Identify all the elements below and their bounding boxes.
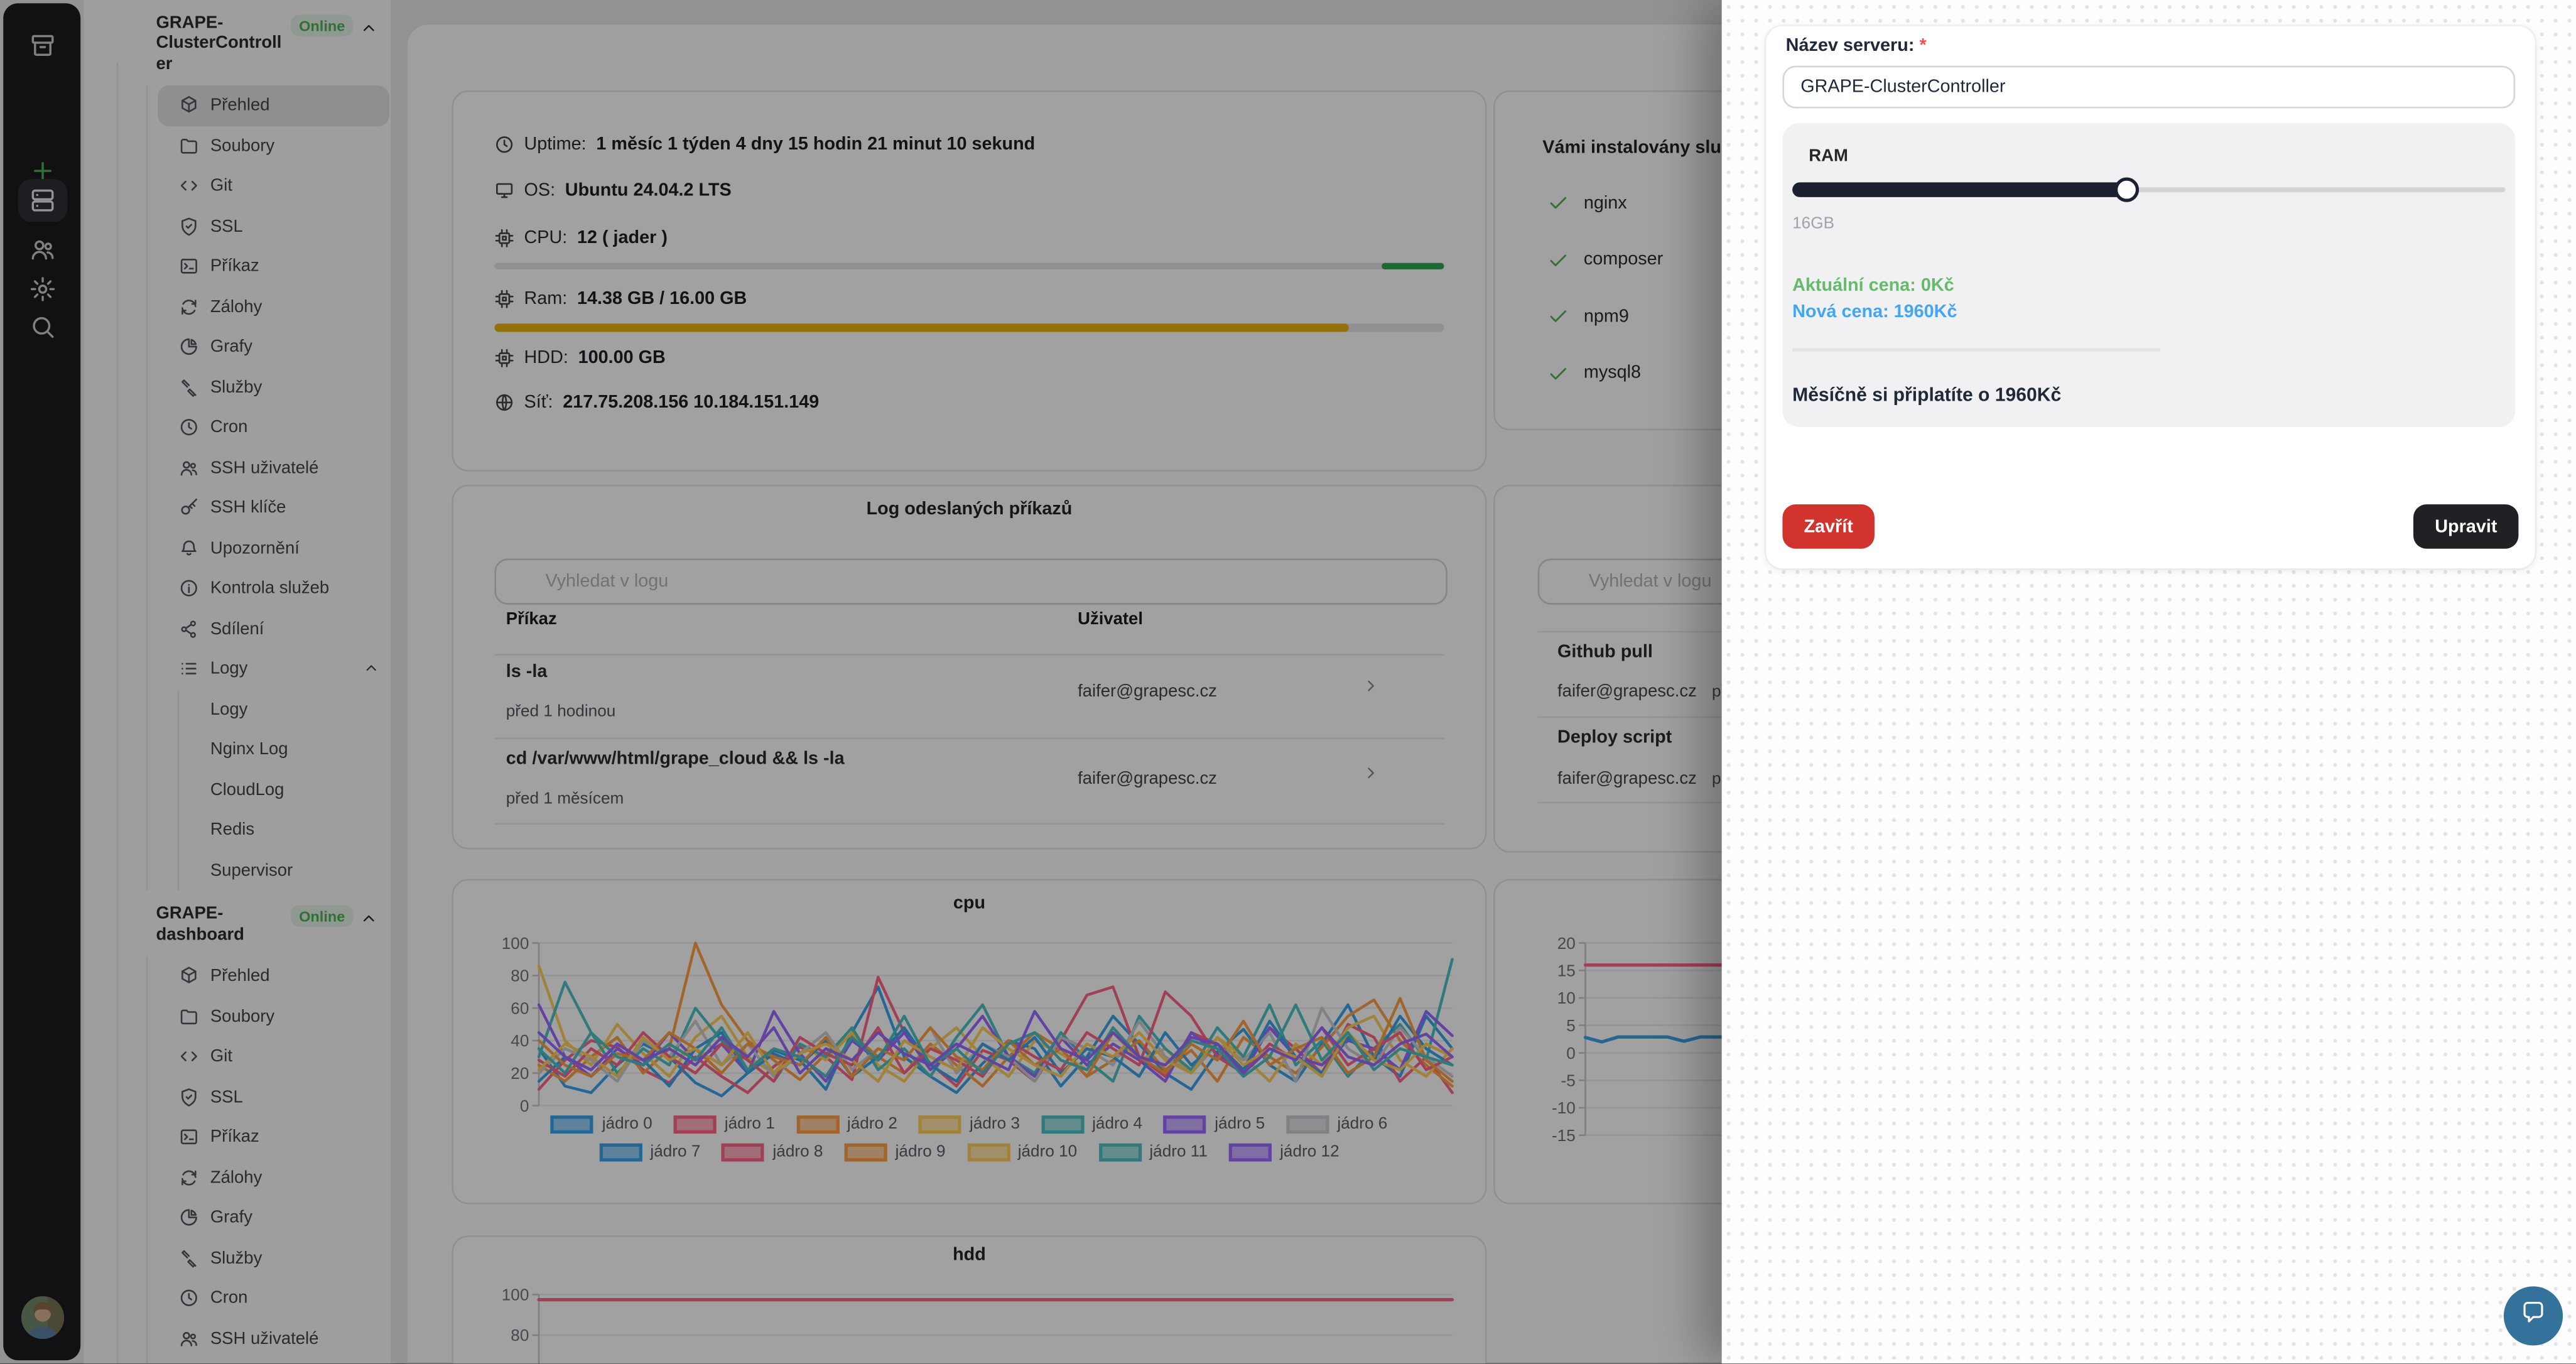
- price-divider: [1792, 349, 2160, 352]
- slider-fill: [1792, 181, 2128, 197]
- chat-fab-button[interactable]: [2504, 1286, 2563, 1345]
- required-mark: *: [1919, 36, 1926, 56]
- submit-button[interactable]: Upravit: [2413, 504, 2518, 549]
- ram-slider[interactable]: [1792, 176, 2505, 202]
- app-root: GRAPE-ClusterControllerOnlinePřehledSoub…: [0, 0, 2576, 1363]
- edit-server-drawer: Název serveru: * RAM 16GB Aktuální cena:…: [1722, 0, 2576, 1363]
- chat-bubble-icon: [2520, 1299, 2546, 1333]
- current-price: Aktuální cena: 0Kč: [1792, 276, 1954, 295]
- server-name-label: Název serveru: *: [1786, 36, 1927, 56]
- slider-thumb[interactable]: [2115, 176, 2140, 201]
- new-price: Nová cena: 1960Kč: [1792, 302, 1957, 322]
- edit-server-form: Název serveru: * RAM 16GB Aktuální cena:…: [1766, 26, 2535, 568]
- server-name-input[interactable]: [1782, 66, 2515, 109]
- ram-capacity-label: 16GB: [1792, 215, 1834, 234]
- ram-label: RAM: [1809, 146, 1848, 166]
- ram-config-box: RAM 16GB Aktuální cena: 0Kč Nová cena: 1…: [1782, 123, 2515, 427]
- close-button[interactable]: Zavřít: [1782, 504, 1874, 549]
- monthly-note: Měsíčně si připlatíte o 1960Kč: [1792, 386, 2061, 406]
